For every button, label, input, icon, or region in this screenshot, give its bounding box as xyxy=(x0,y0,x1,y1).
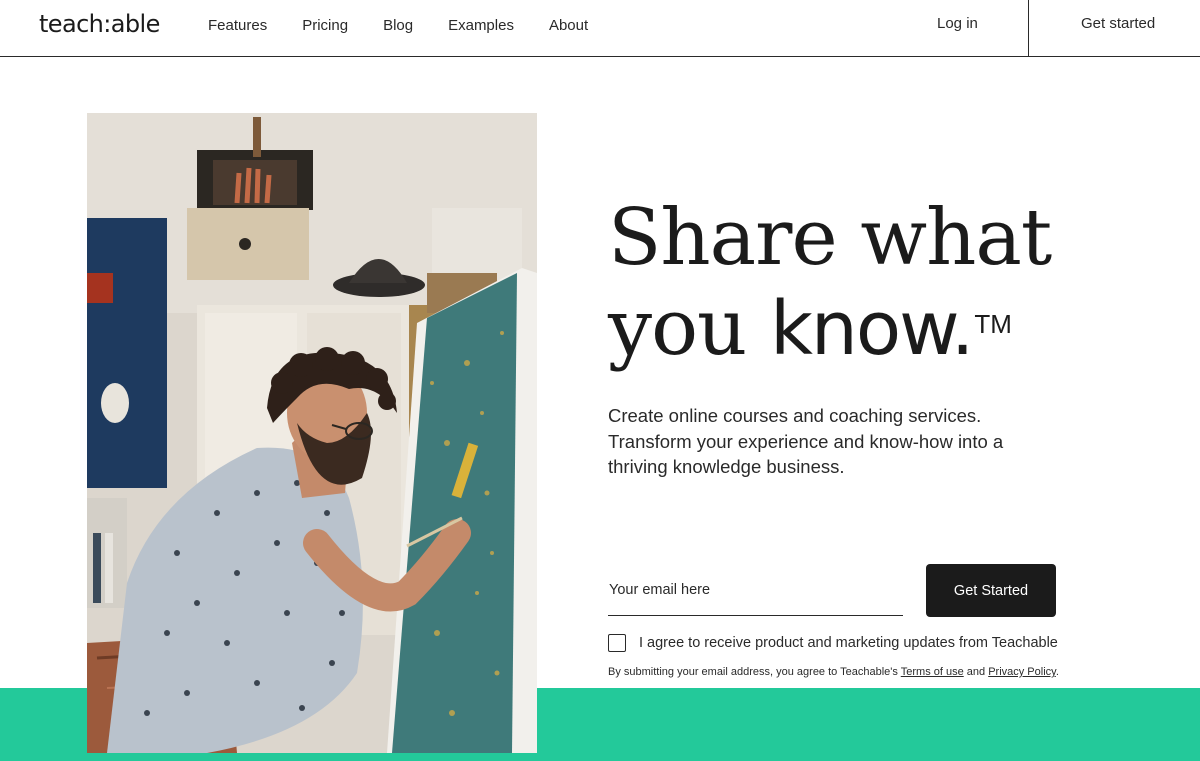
header-divider xyxy=(1028,0,1029,57)
headline-line-1: Share what xyxy=(608,193,1052,283)
consent-row: I agree to receive product and marketing… xyxy=(608,634,1058,652)
login-link[interactable]: Log in xyxy=(937,15,978,32)
hero-headline: Share what you know.TM xyxy=(608,193,1128,374)
legal-suffix: . xyxy=(1055,666,1059,678)
get-started-nav-link[interactable]: Get started xyxy=(1081,15,1155,32)
nav-pricing[interactable]: Pricing xyxy=(302,17,348,34)
headline-line-2-serif: you xyxy=(608,283,771,373)
terms-of-use-link[interactable]: Terms of use xyxy=(901,666,964,678)
headline-line-2-sans: know. xyxy=(770,286,974,372)
teachable-logo[interactable]: teach:able xyxy=(39,10,160,38)
email-input[interactable] xyxy=(608,570,903,610)
legal-disclaimer: By submitting your email address, you ag… xyxy=(608,666,1059,678)
checkbox-icon[interactable] xyxy=(608,634,626,652)
email-field-wrapper xyxy=(608,570,903,616)
get-started-button[interactable]: Get Started xyxy=(926,564,1056,617)
hero-photo xyxy=(87,113,537,753)
site-header: teach:able Features Pricing Blog Example… xyxy=(0,0,1200,57)
nav-examples[interactable]: Examples xyxy=(448,17,514,34)
consent-label[interactable]: I agree to receive product and marketing… xyxy=(639,635,1058,651)
main-nav: Features Pricing Blog Examples About xyxy=(208,17,623,34)
nav-about[interactable]: About xyxy=(549,17,588,34)
hero-subtext: Create online courses and coaching servi… xyxy=(608,405,1004,477)
privacy-policy-link[interactable]: Privacy Policy xyxy=(988,666,1056,678)
nav-features[interactable]: Features xyxy=(208,17,267,34)
nav-blog[interactable]: Blog xyxy=(383,17,413,34)
legal-and: and xyxy=(963,666,989,678)
trademark-mark: TM xyxy=(974,309,1012,339)
legal-prefix: By submitting your email address, you ag… xyxy=(608,666,901,678)
